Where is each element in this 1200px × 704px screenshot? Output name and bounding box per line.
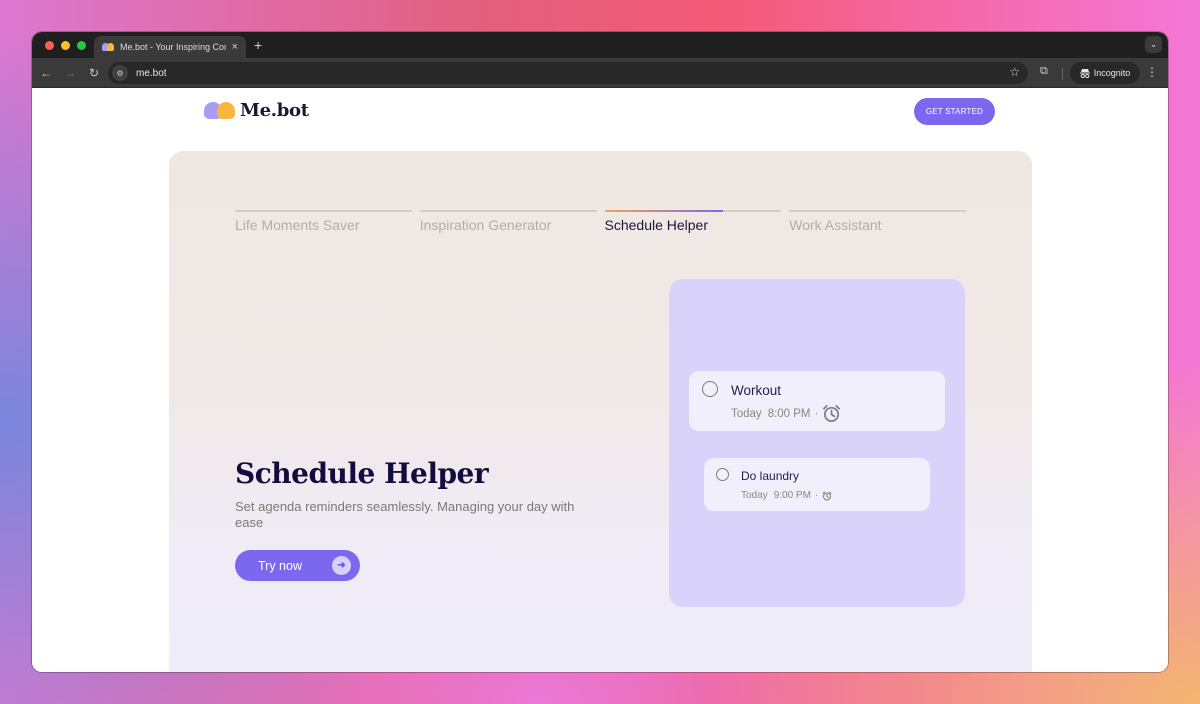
task-item: Workout Today 8:00 PM · (689, 371, 945, 431)
task-name: Workout (731, 383, 782, 398)
tab-label: Inspiration Generator (419, 217, 552, 233)
task-day: Today (731, 407, 762, 420)
url-text[interactable]: me.bot (136, 68, 167, 79)
tab-inspiration-generator[interactable]: Inspiration Generator (419, 210, 597, 233)
mebot-logo-icon (204, 101, 236, 120)
tab-progress-track (789, 210, 966, 212)
forward-icon[interactable]: → (58, 66, 82, 80)
try-now-label: Try now (258, 558, 302, 573)
tab-search-icon[interactable]: ⌄ (1145, 36, 1162, 53)
alarm-clock-icon (822, 491, 832, 501)
logo-text: Me.bot (240, 100, 309, 121)
tab-label: Work Assistant (789, 217, 882, 233)
maximize-window-button[interactable] (77, 41, 86, 50)
alarm-clock-icon (822, 404, 841, 423)
tab-schedule-helper[interactable]: Schedule Helper (604, 210, 782, 233)
task-item: Do laundry Today 9:00 PM · (704, 458, 930, 511)
task-meta: Today 9:00 PM · (741, 490, 832, 501)
task-meta: Today 8:00 PM · (731, 404, 841, 423)
page-viewport: Me.bot GET STARTED Life Moments Saver In… (32, 88, 1168, 672)
site-header: Me.bot GET STARTED (32, 88, 1168, 144)
address-bar[interactable]: ⚙ me.bot ☆ (108, 62, 1028, 84)
task-name: Do laundry (741, 469, 800, 483)
try-now-button[interactable]: Try now ➜ (235, 550, 360, 581)
reload-icon[interactable]: ↻ (82, 66, 106, 80)
task-time: 9:00 PM (773, 490, 811, 501)
toolbar-divider (1062, 68, 1063, 80)
separator: · (814, 490, 819, 501)
browser-window: Me.bot - Your Inspiring Comp × + ⌄ ← → ↻… (32, 32, 1168, 672)
browser-tab[interactable]: Me.bot - Your Inspiring Comp × (94, 36, 246, 58)
schedule-demo-card: Workout Today 8:00 PM · Do laundry Today… (669, 279, 965, 607)
close-tab-icon[interactable]: × (232, 41, 238, 53)
feature-description: Set agenda reminders seamlessly. Managin… (235, 499, 575, 530)
browser-toolbar: ← → ↻ ⚙ me.bot ☆ ⧉ Incognito ⋮ (32, 58, 1168, 88)
incognito-badge[interactable]: Incognito (1070, 62, 1140, 84)
tab-label: Schedule Helper (604, 217, 709, 233)
tab-life-moments-saver[interactable]: Life Moments Saver (235, 210, 412, 233)
extensions-icon[interactable]: ⧉ (1040, 65, 1048, 78)
site-logo[interactable]: Me.bot (204, 100, 309, 121)
tab-work-assistant[interactable]: Work Assistant (789, 210, 966, 233)
feature-tabs: Life Moments Saver Inspiration Generator… (235, 210, 966, 233)
get-started-button[interactable]: GET STARTED (914, 98, 995, 125)
task-checkbox[interactable] (716, 468, 729, 481)
feature-showcase-panel: Life Moments Saver Inspiration Generator… (169, 151, 1032, 672)
back-icon[interactable]: ← (34, 66, 58, 80)
tab-progress-track (235, 210, 412, 212)
mebot-favicon-icon (102, 43, 114, 51)
task-day: Today (741, 490, 768, 501)
bookmark-star-icon[interactable]: ☆ (1009, 65, 1020, 79)
browser-menu-icon[interactable]: ⋮ (1146, 65, 1158, 79)
tab-progress-fill (604, 210, 723, 212)
feature-title: Schedule Helper (235, 457, 489, 490)
arrow-right-icon: ➜ (332, 556, 351, 575)
close-window-button[interactable] (45, 41, 54, 50)
window-controls (45, 41, 86, 50)
tab-progress-track (419, 210, 597, 212)
tab-bar: Me.bot - Your Inspiring Comp × + ⌄ (32, 32, 1168, 58)
tab-title: Me.bot - Your Inspiring Comp (120, 42, 226, 52)
incognito-icon (1079, 68, 1090, 78)
separator: · (814, 407, 819, 420)
site-info-icon[interactable]: ⚙ (112, 65, 128, 81)
incognito-label: Incognito (1093, 68, 1131, 78)
task-time: 8:00 PM (767, 407, 811, 420)
task-checkbox[interactable] (702, 381, 718, 397)
minimize-window-button[interactable] (61, 41, 70, 50)
tab-label: Life Moments Saver (235, 217, 360, 233)
new-tab-icon[interactable]: + (254, 37, 262, 53)
